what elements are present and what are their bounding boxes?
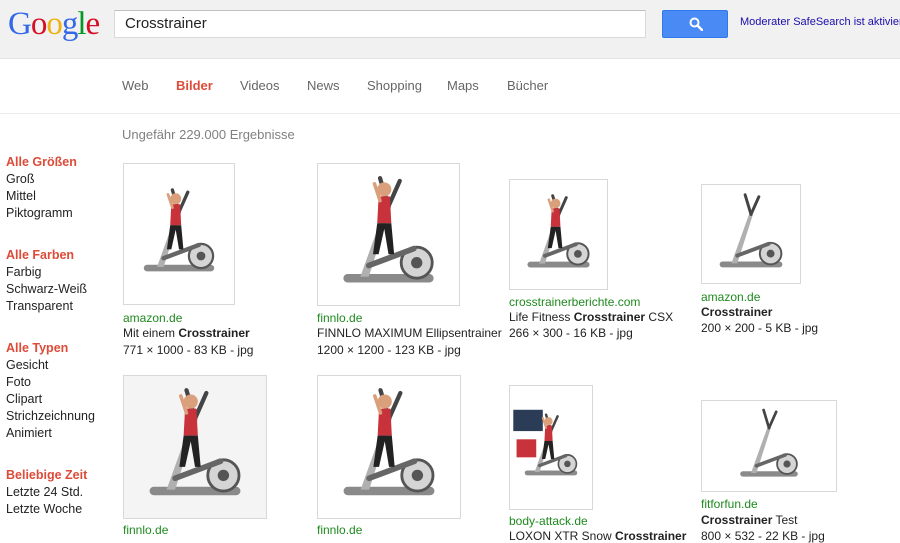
- tab-news[interactable]: News: [307, 78, 340, 93]
- filter-group-type: Alle Typen Gesicht Foto Clipart Strichze…: [6, 340, 95, 442]
- filter-heading[interactable]: Alle Größen: [6, 154, 77, 171]
- result-source[interactable]: crosstrainerberichte.com: [509, 295, 640, 309]
- result-source[interactable]: finnlo.de: [123, 523, 168, 537]
- search-input[interactable]: Crosstrainer: [114, 10, 646, 38]
- filter-heading[interactable]: Beliebige Zeit: [6, 467, 87, 484]
- filter-heading[interactable]: Alle Typen: [6, 340, 95, 357]
- filter-group-size: Alle Größen Groß Mittel Piktogramm: [6, 154, 77, 222]
- filter-option[interactable]: Foto: [6, 374, 95, 391]
- tab-shopping[interactable]: Shopping: [367, 78, 422, 93]
- filter-option[interactable]: Transparent: [6, 298, 87, 315]
- filter-option[interactable]: Animiert: [6, 425, 95, 442]
- result-meta: 1200 × 1200 - 123 KB - jpg: [317, 343, 461, 357]
- result-source[interactable]: finnlo.de: [317, 523, 362, 537]
- result-thumbnail[interactable]: [317, 375, 461, 519]
- result-thumbnail[interactable]: [701, 400, 837, 492]
- google-logo[interactable]: Google: [8, 4, 101, 44]
- result-thumbnail[interactable]: [509, 179, 608, 290]
- result-source[interactable]: finnlo.de: [317, 311, 362, 325]
- filter-option[interactable]: Strichzeichnung: [6, 408, 95, 425]
- safesearch-link[interactable]: Moderater SafeSearch ist aktiviert: [740, 16, 900, 28]
- filter-option[interactable]: Groß: [6, 171, 77, 188]
- result-meta: 771 × 1000 - 83 KB - jpg: [123, 343, 254, 357]
- result-source[interactable]: fitforfun.de: [701, 497, 758, 511]
- result-thumbnail[interactable]: [317, 163, 460, 306]
- result-source[interactable]: amazon.de: [701, 290, 760, 304]
- filter-option[interactable]: Farbig: [6, 264, 87, 281]
- filter-option[interactable]: Letzte 24 Std.: [6, 484, 87, 501]
- logo-letter-o1: o: [30, 6, 47, 42]
- result-thumbnail[interactable]: [701, 184, 801, 284]
- search-icon: [689, 17, 703, 31]
- tab-buecher[interactable]: Bücher: [507, 78, 548, 93]
- result-meta: 200 × 200 - 5 KB - jpg: [701, 321, 819, 335]
- header-bar: Google Crosstrainer Moderater SafeSearch…: [0, 0, 900, 59]
- result-thumbnail[interactable]: [123, 163, 235, 305]
- tab-web[interactable]: Web: [122, 78, 149, 93]
- result-source[interactable]: amazon.de: [123, 311, 182, 325]
- filter-option[interactable]: Schwarz-Weiß: [6, 281, 87, 298]
- logo-letter-g2: g: [61, 6, 78, 42]
- filter-group-color: Alle Farben Farbig Schwarz-Weiß Transpar…: [6, 247, 87, 315]
- logo-letter-o2: o: [46, 6, 62, 42]
- result-stats: Ungefähr 229.000 Ergebnisse: [122, 127, 295, 142]
- logo-letter-g: G: [8, 6, 32, 42]
- result-title: Life Fitness Crosstrainer CSX: [509, 310, 674, 324]
- logo-letter-l: l: [77, 6, 86, 42]
- result-title: Mit einem Crosstrainer: [123, 326, 250, 340]
- filter-option[interactable]: Piktogramm: [6, 205, 77, 222]
- filter-option[interactable]: Letzte Woche: [6, 501, 87, 518]
- logo-letter-e: e: [85, 6, 101, 42]
- tab-bilder[interactable]: Bilder: [176, 78, 213, 93]
- result-source[interactable]: body-attack.de: [509, 514, 588, 528]
- filter-heading[interactable]: Alle Farben: [6, 247, 87, 264]
- result-title: FINNLO MAXIMUM Ellipsentrainer: [317, 326, 502, 340]
- filter-group-time: Beliebige Zeit Letzte 24 Std. Letzte Woc…: [6, 467, 87, 518]
- filter-option[interactable]: Mittel: [6, 188, 77, 205]
- result-thumbnail[interactable]: [509, 385, 593, 510]
- result-meta: 266 × 300 - 16 KB - jpg: [509, 326, 633, 340]
- result-title: Crosstrainer Test: [701, 513, 798, 527]
- filter-option[interactable]: Clipart: [6, 391, 95, 408]
- tab-maps[interactable]: Maps: [447, 78, 479, 93]
- search-button[interactable]: [662, 10, 728, 38]
- result-title: Crosstrainer: [701, 305, 773, 319]
- tab-videos[interactable]: Videos: [240, 78, 280, 93]
- search-tabs: Web Bilder Videos News Shopping Maps Büc…: [0, 59, 900, 114]
- result-thumbnail[interactable]: [123, 375, 267, 519]
- filter-option[interactable]: Gesicht: [6, 357, 95, 374]
